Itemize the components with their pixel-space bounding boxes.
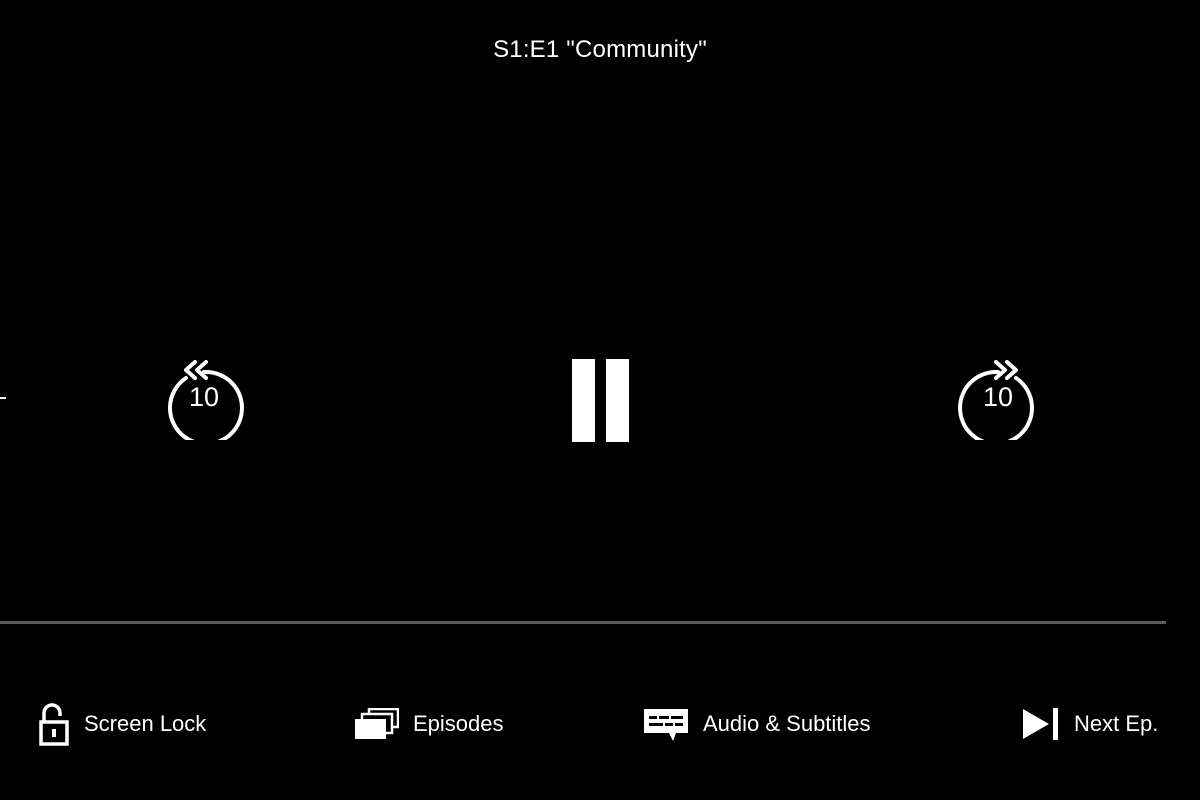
episode-title: S1:E1 "Community" [493, 36, 707, 63]
audio-subtitles-label: Audio & Subtitles [703, 711, 871, 736]
episodes-label: Episodes [413, 711, 504, 736]
audio-subtitles-button[interactable]: Audio & Subtitles [643, 700, 871, 748]
skip-next-icon [1023, 708, 1058, 740]
video-player[interactable]: S1:E1 "Community" 10 10 Screen Lock Epis… [0, 0, 1200, 800]
next-episode-label: Next Ep. [1074, 711, 1159, 736]
speech-bubble-icon [644, 709, 688, 741]
pause-button[interactable] [572, 359, 630, 443]
stacked-cards-icon [355, 708, 399, 739]
progress-bar[interactable] [0, 621, 1166, 624]
forward-10-button[interactable]: 10 [956, 356, 1040, 440]
rewind-10-button[interactable]: 10 [162, 356, 246, 440]
screen-lock-button[interactable]: Screen Lock [38, 700, 206, 748]
scrubber-edge-tick [0, 397, 6, 399]
screen-lock-label: Screen Lock [84, 711, 207, 736]
next-episode-button[interactable]: Next Ep. [1022, 700, 1158, 748]
pause-bar-right [606, 359, 629, 442]
unlocked-padlock-icon [39, 703, 69, 746]
rewind-seconds-label: 10 [188, 382, 220, 412]
pause-bar-left [572, 359, 595, 442]
episodes-button[interactable]: Episodes [355, 700, 504, 748]
forward-seconds-label: 10 [982, 382, 1014, 412]
